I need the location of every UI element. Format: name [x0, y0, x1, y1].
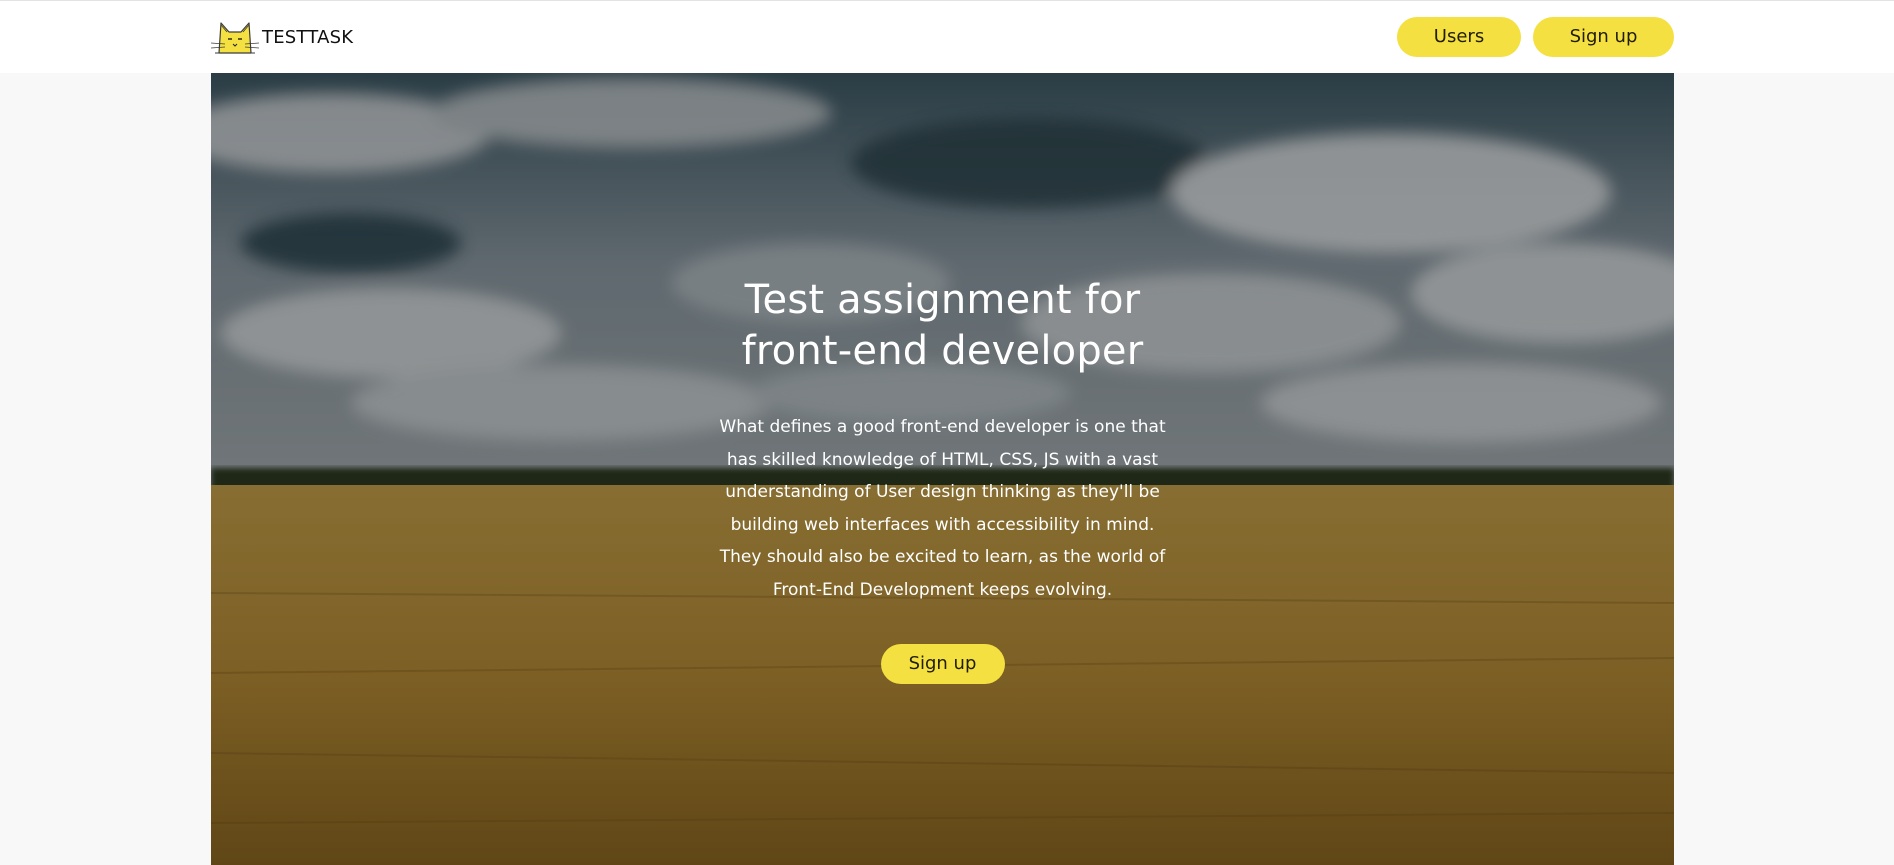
hero-description-line: understanding of User design thinking as…: [725, 482, 1160, 502]
header-nav: Users Sign up: [1397, 17, 1674, 57]
hero-description-line: has skilled knowledge of HTML, CSS, JS w…: [726, 449, 1159, 470]
hero-description-line: They should also be excited to learn, as…: [719, 547, 1166, 567]
cat-logo-icon: [211, 22, 259, 54]
hero-title-line: front-end developer: [741, 328, 1144, 374]
hero-description-line: What defines a good front-end developer …: [719, 417, 1166, 437]
hero-description-line: Front-End Development keeps evolving.: [772, 579, 1113, 600]
header-container: TESTTASK Users Sign up: [211, 1, 1674, 74]
site-header: TESTTASK Users Sign up: [0, 0, 1894, 73]
hero-title-line: Test assignment for: [744, 277, 1141, 323]
hero-signup-button[interactable]: Sign up: [880, 644, 1005, 684]
logo[interactable]: TESTTASK: [211, 19, 353, 57]
hero-section: Test assignment for front-end developer …: [211, 73, 1674, 865]
users-button[interactable]: Users: [1397, 17, 1521, 57]
logo-text: TESTTASK: [262, 27, 354, 48]
hero-description: What defines a good front-end developer …: [678, 411, 1207, 606]
hero-title: Test assignment for front-end developer: [678, 275, 1207, 377]
header-signup-button[interactable]: Sign up: [1533, 17, 1674, 57]
hero-description-line: building web interfaces with accessibili…: [730, 514, 1155, 535]
hero-content: Test assignment for front-end developer …: [678, 275, 1207, 684]
